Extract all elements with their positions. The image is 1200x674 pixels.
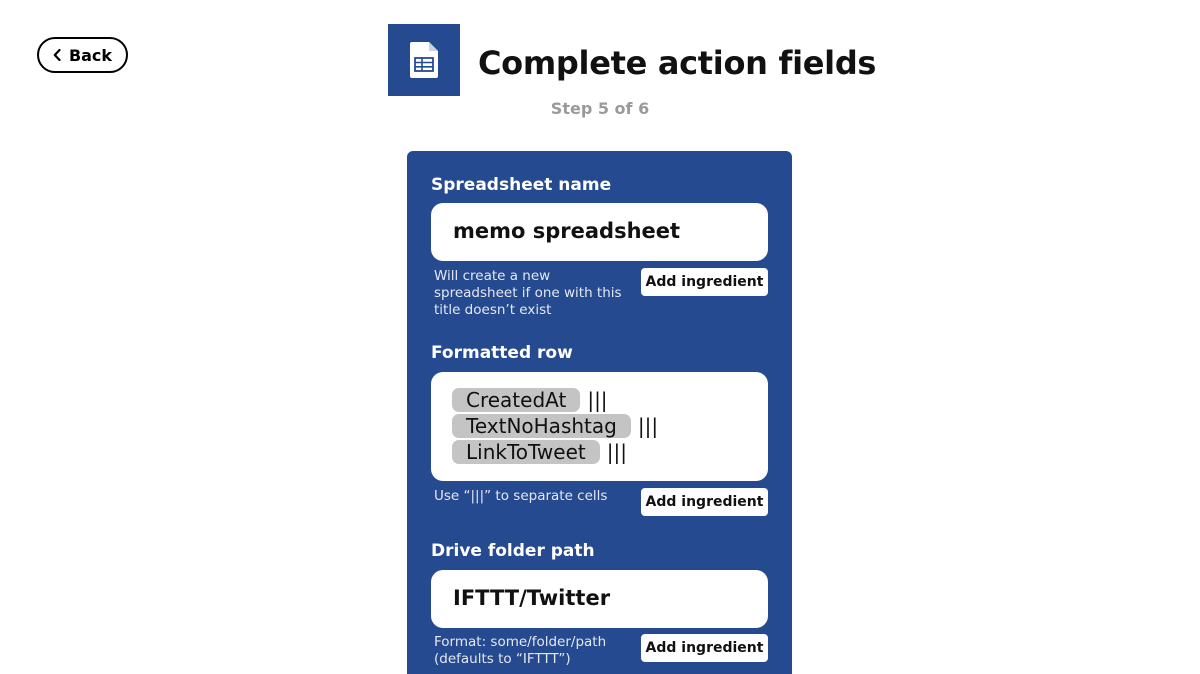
ingredient-line: CreatedAt ||| [452,388,608,412]
spreadsheet-name-input[interactable]: memo spreadsheet [431,203,768,261]
drive-folder-path-label: Drive folder path [431,541,595,561]
spreadsheet-name-help: Will create a new spreadsheet if one wit… [434,268,622,318]
formatted-row-input[interactable]: CreatedAt ||| TextNoHashtag ||| LinkToTw… [431,372,768,481]
step-indicator: Step 5 of 6 [550,99,650,118]
spreadsheet-name-label: Spreadsheet name [431,175,612,195]
formatted-row-label: Formatted row [431,343,573,363]
ingredient-line: LinkToTweet ||| [452,440,627,464]
back-label: Back [68,45,113,65]
chevron-left-icon [53,49,61,61]
spreadsheet-icon [410,42,438,78]
spreadsheet-name-value: memo spreadsheet [453,219,681,243]
action-fields-panel: Spreadsheet name memo spreadsheet Will c… [407,151,792,674]
cell-separator: ||| [606,440,627,464]
drive-folder-path-help: Format: some/folder/path (defaults to “I… [434,634,607,667]
ingredient-chip-textnohashtag[interactable]: TextNoHashtag [452,414,631,438]
page: Back Complete action fields Step 5 of 6 … [0,0,1200,674]
cell-separator: ||| [637,414,659,438]
ingredient-chip-createdat[interactable]: CreatedAt [452,388,581,412]
drive-folder-path-value: IFTTT/Twitter [453,586,611,610]
cell-separator: ||| [587,388,608,412]
formatted-row-help: Use “|||” to separate cells [434,488,608,504]
ingredient-chip-linktotweet[interactable]: LinkToTweet [452,440,600,464]
ingredient-line: TextNoHashtag ||| [452,414,658,438]
service-logo [388,24,460,96]
back-button[interactable]: Back [37,37,128,73]
add-ingredient-button[interactable]: Add ingredient [641,488,768,516]
add-ingredient-button[interactable]: Add ingredient [641,268,768,296]
page-title: Complete action fields [478,44,877,82]
add-ingredient-button[interactable]: Add ingredient [641,634,768,662]
drive-folder-path-input[interactable]: IFTTT/Twitter [431,570,768,628]
